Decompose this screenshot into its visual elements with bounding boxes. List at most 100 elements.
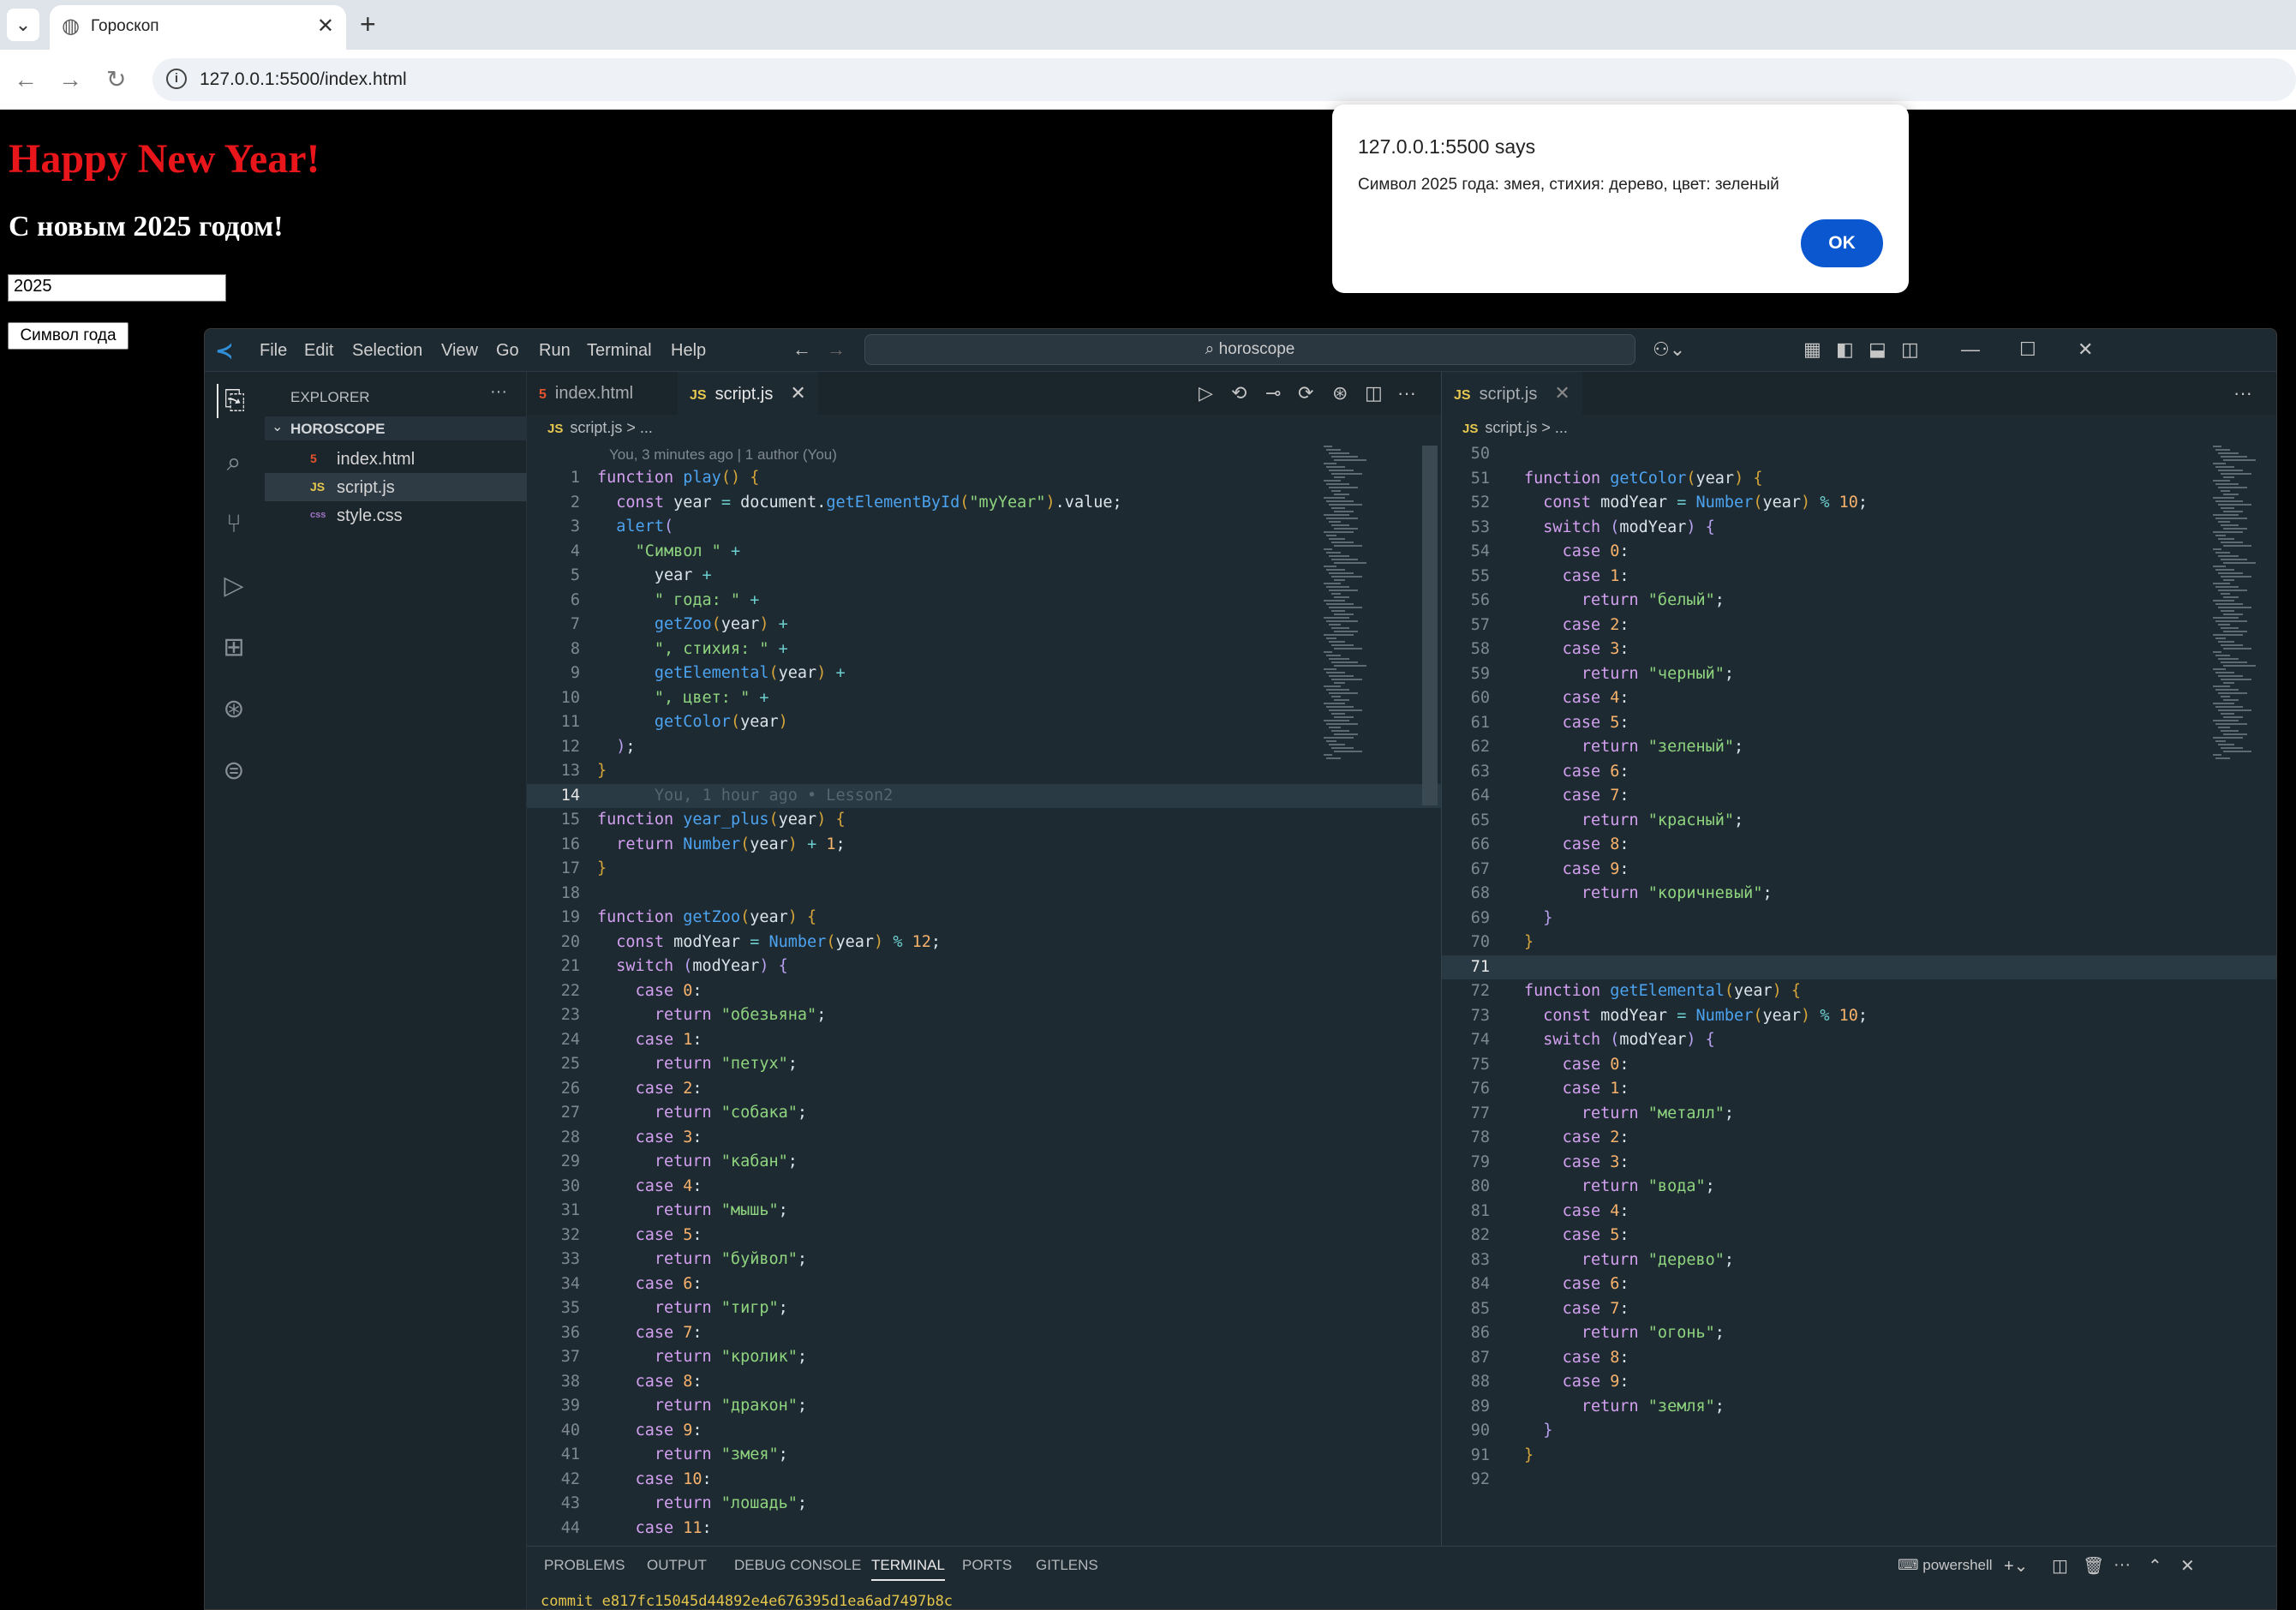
menu-go[interactable]: Go — [496, 341, 519, 361]
code-line[interactable]: 79 case 3: — [1442, 1151, 2276, 1176]
code-line[interactable]: 68 return "коричневый"; — [1442, 882, 2276, 907]
browser-tab[interactable]: ◍ Гороскоп ✕ — [50, 5, 346, 50]
code-line[interactable]: 43 return "лошадь"; — [527, 1492, 1441, 1517]
tab-debug-console[interactable]: DEBUG CONSOLE — [734, 1557, 861, 1574]
code-line[interactable]: 61 case 5: — [1442, 711, 2276, 736]
back-icon[interactable]: ← — [14, 67, 38, 93]
tab-index-html[interactable]: 5 index.html — [527, 372, 645, 415]
menu-view[interactable]: View — [441, 341, 478, 361]
code-line[interactable]: 89 return "земля"; — [1442, 1395, 2276, 1420]
code-line[interactable]: 13} — [527, 759, 1441, 784]
code-line[interactable]: 16 return Number(year) + 1; — [527, 833, 1441, 858]
menu-selection[interactable]: Selection — [352, 341, 422, 361]
code-line[interactable]: 50 — [1442, 442, 2276, 467]
code-line[interactable]: 6 " года: " + — [527, 589, 1441, 613]
more-icon[interactable]: ··· — [1397, 382, 1416, 404]
menu-help[interactable]: Help — [671, 341, 706, 361]
code-line[interactable]: 72 function getElemental(year) { — [1442, 979, 2276, 1004]
code-line[interactable]: 41 return "змея"; — [527, 1443, 1441, 1468]
code-line[interactable]: 92 — [1442, 1468, 2276, 1493]
maximize-panel-icon[interactable]: ⌃ — [2148, 1555, 2162, 1577]
new-tab-button[interactable]: + — [360, 9, 376, 39]
code-line[interactable]: 7 getZoo(year) + — [527, 613, 1441, 637]
tab-output[interactable]: OUTPUT — [647, 1557, 707, 1574]
code-line[interactable]: 36 case 7: — [527, 1321, 1441, 1346]
code-line[interactable]: 51 function getColor(year) { — [1442, 467, 2276, 492]
code-line[interactable]: 1 function play() { — [527, 466, 1441, 491]
codelens-blame[interactable]: You, 3 minutes ago | 1 author (You) — [609, 446, 837, 464]
ok-button[interactable]: OK — [1801, 219, 1883, 267]
code-line[interactable]: 66 case 8: — [1442, 833, 2276, 858]
code-line[interactable]: 53 switch (modYear) { — [1442, 516, 2276, 541]
code-line[interactable]: 4 "Символ " + — [527, 540, 1441, 565]
gitlens-inspect-icon[interactable]: ⊛ — [1332, 382, 1348, 404]
copilot-icon[interactable]: ⚇⌄ — [1653, 339, 1685, 360]
menu-file[interactable]: File — [260, 341, 287, 361]
code-line[interactable]: 9 getElemental(year) + — [527, 661, 1441, 686]
code-line[interactable]: 70} — [1442, 931, 2276, 955]
code-line[interactable]: 69 } — [1442, 907, 2276, 931]
file-script-js[interactable]: JS script.js — [265, 473, 527, 501]
close-icon[interactable]: ✕ — [790, 382, 805, 404]
menu-edit[interactable]: Edit — [304, 341, 333, 361]
file-style-css[interactable]: css style.css — [265, 501, 527, 530]
commit-icon[interactable]: ⊸ — [1265, 382, 1281, 404]
folder-row[interactable]: ⌄ HOROSCOPE — [265, 416, 527, 440]
minimap[interactable] — [2213, 446, 2264, 788]
code-line[interactable]: 33 return "буйвол"; — [527, 1248, 1441, 1272]
code-line[interactable]: 64 case 7: — [1442, 784, 2276, 809]
tab-gitlens[interactable]: GITLENS — [1036, 1557, 1098, 1574]
code-line[interactable]: 24 case 1: — [527, 1028, 1441, 1053]
tab-script-js[interactable]: JS script.js ✕ — [678, 372, 818, 415]
code-line[interactable]: 56 return "белый"; — [1442, 589, 2276, 613]
address-bar[interactable]: i 127.0.0.1:5500/index.html — [152, 58, 2296, 101]
run-debug-icon[interactable]: ▷ — [217, 569, 251, 603]
code-line[interactable]: 55 case 1: — [1442, 565, 2276, 590]
remote-icon[interactable]: ⊜ — [217, 754, 251, 788]
source-control-icon[interactable]: ⑂ — [217, 507, 251, 542]
code-line[interactable]: 21 switch (modYear) { — [527, 955, 1441, 979]
close-icon[interactable]: ✕ — [1554, 382, 1570, 404]
code-line[interactable]: 44 case 11: — [527, 1517, 1441, 1541]
code-line[interactable]: 12 ); — [527, 735, 1441, 760]
trash-icon[interactable]: 🗑 — [2083, 1555, 2104, 1577]
reload-icon[interactable]: ↻ — [106, 67, 126, 93]
code-line[interactable]: 25 return "петух"; — [527, 1052, 1441, 1077]
code-line[interactable]: 32 case 5: — [527, 1224, 1441, 1248]
toggle-sidebar-icon[interactable]: ◧ — [1836, 339, 1854, 360]
code-line[interactable]: 39 return "дракон"; — [527, 1394, 1441, 1419]
split-editor-icon[interactable]: ◫ — [1365, 382, 1383, 404]
breadcrumb[interactable]: JS script.js > ... — [1462, 419, 1568, 437]
code-line[interactable]: 42 case 10: — [527, 1468, 1441, 1493]
code-line[interactable]: 54 case 0: — [1442, 540, 2276, 565]
code-line[interactable]: 3 alert( — [527, 515, 1441, 540]
gitlens-icon[interactable]: ⊛ — [217, 692, 251, 727]
code-line[interactable]: 65 return "красный"; — [1442, 809, 2276, 834]
window-close-icon[interactable]: ✕ — [2078, 339, 2093, 360]
toggle-panel-icon[interactable]: ⬓ — [1868, 339, 1886, 360]
code-line[interactable]: 85 case 7: — [1442, 1297, 2276, 1322]
code-line[interactable]: 86 return "огонь"; — [1442, 1321, 2276, 1346]
code-line[interactable]: 59 return "черный"; — [1442, 662, 2276, 687]
code-line[interactable]: 23 return "обезьяна"; — [527, 1003, 1441, 1028]
close-panel-icon[interactable]: ✕ — [2180, 1555, 2195, 1577]
code-line[interactable]: 11 getColor(year) — [527, 710, 1441, 735]
maximize-icon[interactable]: ☐ — [2019, 339, 2036, 360]
extensions-icon[interactable]: ⊞ — [217, 631, 251, 665]
year-input[interactable]: 2025 — [8, 274, 226, 302]
new-terminal-icon[interactable]: +⌄ — [2004, 1555, 2028, 1577]
close-icon[interactable]: ✕ — [317, 14, 334, 39]
code-line[interactable]: 14 You, 1 hour ago • Lesson2 — [527, 783, 1441, 808]
code-line[interactable]: 34 case 6: — [527, 1272, 1441, 1297]
nav-back-icon[interactable]: ← — [792, 339, 811, 360]
code-line[interactable]: 76 case 1: — [1442, 1077, 2276, 1102]
split-terminal-icon[interactable]: ◫ — [2052, 1555, 2068, 1577]
code-line[interactable]: 26 case 2: — [527, 1077, 1441, 1102]
tab-search-button[interactable]: ⌄ — [7, 9, 39, 41]
toggle-secondary-sidebar-icon[interactable]: ◫ — [1901, 339, 1919, 360]
file-index-html[interactable]: 5 index.html — [265, 445, 527, 473]
code-line[interactable]: 30 case 4: — [527, 1175, 1441, 1200]
terminal-profile[interactable]: ⌨ powershell — [1898, 1557, 1993, 1574]
symbol-button[interactable]: Символ года — [8, 322, 129, 350]
code-line[interactable]: 77 return "металл"; — [1442, 1102, 2276, 1127]
